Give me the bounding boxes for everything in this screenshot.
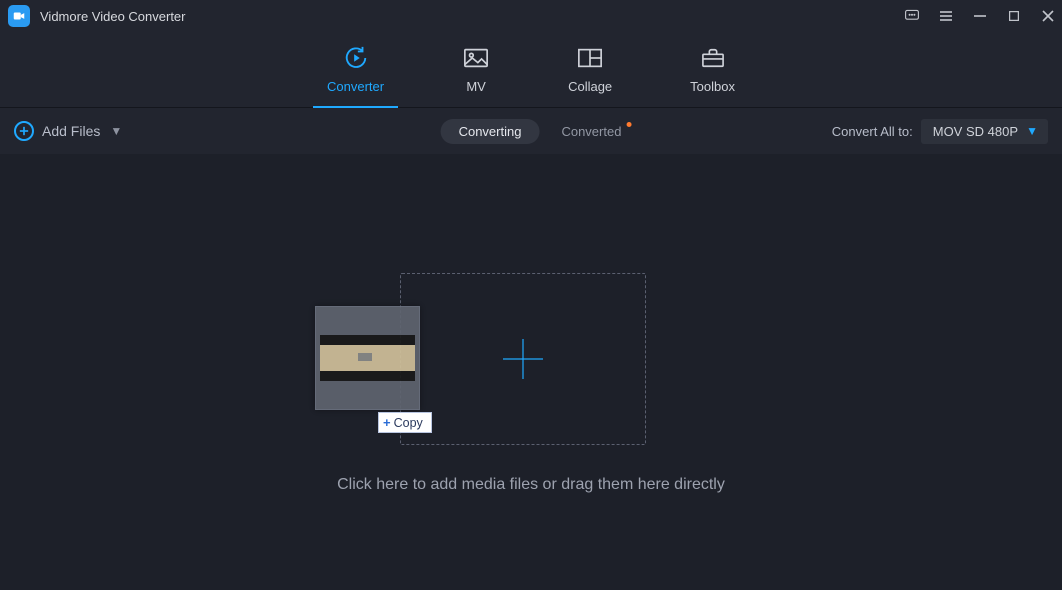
chevron-down-icon: ▼: [110, 124, 122, 138]
status-toggle: Converting Converted: [441, 119, 622, 144]
window-controls: [904, 0, 1056, 32]
converting-toggle[interactable]: Converting: [441, 119, 540, 144]
format-dropdown[interactable]: MOV SD 480P ▼: [921, 119, 1048, 144]
menu-icon[interactable]: [938, 8, 954, 24]
subbar: Add Files ▼ Converting Converted Convert…: [0, 108, 1062, 154]
add-files-label: Add Files: [42, 123, 100, 139]
app-logo-icon: [8, 5, 30, 27]
dragging-thumbnail[interactable]: [315, 306, 420, 410]
convert-all-group: Convert All to: MOV SD 480P ▼: [832, 119, 1048, 144]
app-title: Vidmore Video Converter: [40, 9, 186, 24]
tab-mv-label: MV: [466, 79, 486, 94]
tab-collage[interactable]: Collage: [564, 32, 616, 107]
dropzone[interactable]: [400, 273, 646, 445]
video-thumbnail-preview: [320, 335, 415, 381]
dropzone-instruction: Click here to add media files or drag th…: [0, 476, 1062, 494]
plus-circle-icon: [14, 121, 34, 141]
chat-icon[interactable]: [904, 8, 920, 24]
close-icon[interactable]: [1040, 8, 1056, 24]
toolbox-icon: [699, 45, 727, 71]
copy-label: Copy: [394, 416, 423, 430]
convert-all-label: Convert All to:: [832, 124, 913, 139]
tab-converter[interactable]: Converter: [323, 32, 388, 107]
tab-mv[interactable]: MV: [458, 32, 494, 107]
maximize-icon[interactable]: [1006, 8, 1022, 24]
format-selected: MOV SD 480P: [933, 124, 1018, 139]
add-files-button[interactable]: Add Files ▼: [14, 121, 122, 141]
main-area: + Copy Click here to add media files or …: [0, 154, 1062, 590]
tab-toolbox[interactable]: Toolbox: [686, 32, 739, 107]
collage-icon: [576, 45, 604, 71]
chevron-down-icon: ▼: [1026, 124, 1038, 138]
converted-label: Converted: [561, 124, 621, 139]
drag-copy-tooltip: + Copy: [378, 412, 432, 433]
converted-toggle[interactable]: Converted: [561, 124, 621, 139]
image-icon: [462, 45, 490, 71]
minimize-icon[interactable]: [972, 8, 988, 24]
tab-converter-label: Converter: [327, 79, 384, 94]
converting-label: Converting: [459, 124, 522, 139]
tab-collage-label: Collage: [568, 79, 612, 94]
tab-toolbox-label: Toolbox: [690, 79, 735, 94]
notification-dot-icon: [626, 122, 631, 127]
titlebar: Vidmore Video Converter: [0, 0, 1062, 32]
main-nav: Converter MV Collage: [0, 32, 1062, 108]
plus-icon: +: [383, 415, 391, 430]
converter-icon: [342, 45, 370, 71]
